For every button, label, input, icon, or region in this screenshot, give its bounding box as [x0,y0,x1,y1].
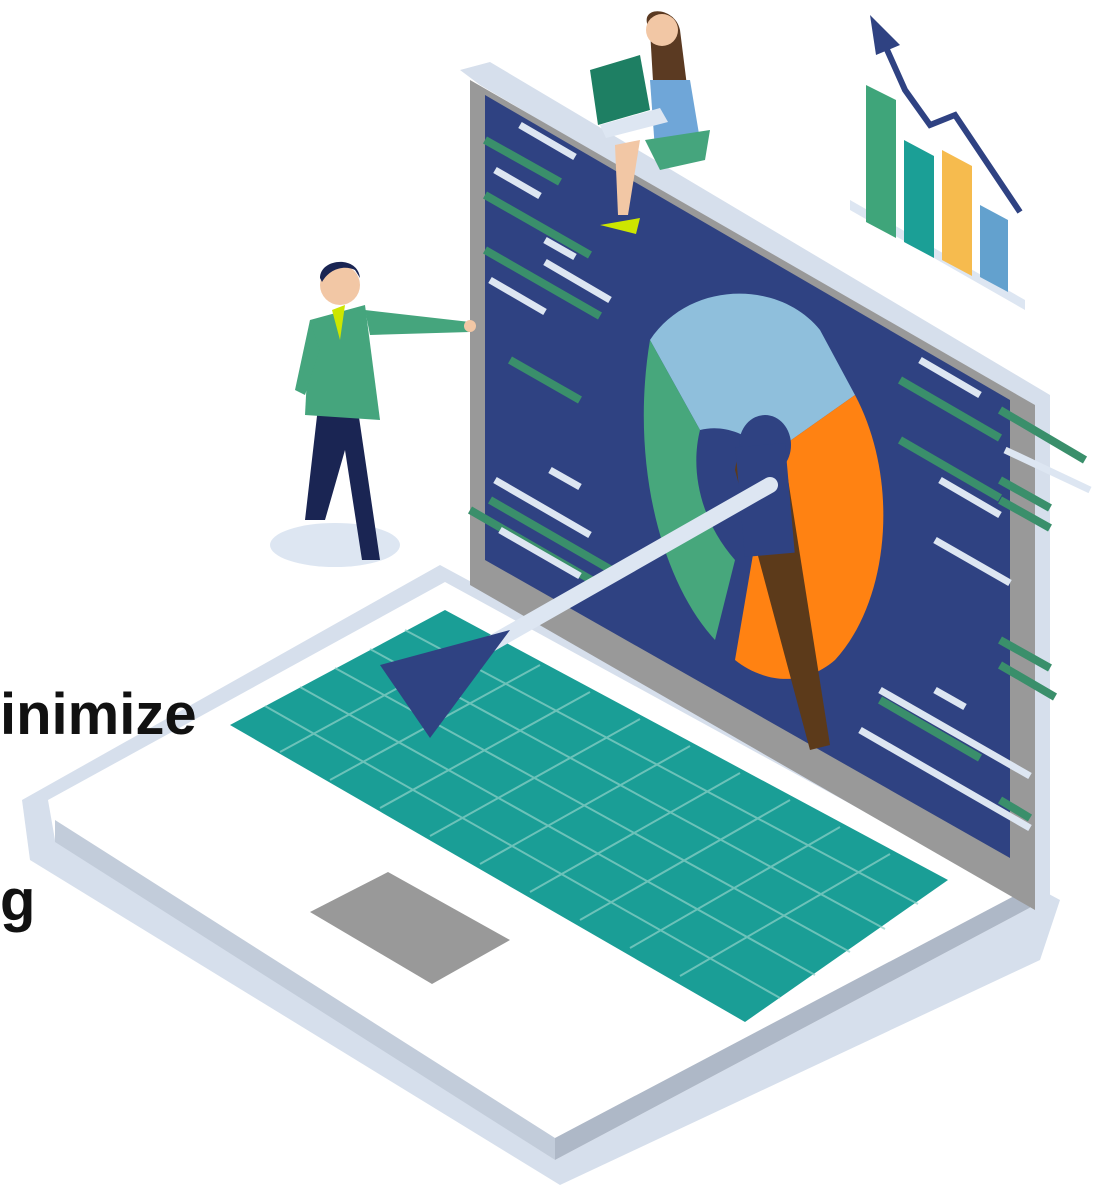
caption-text: inimize g [0,560,197,994]
caption-line-2: g [0,868,36,933]
standing-man-figure [270,261,476,567]
bar-chart-up-arrow-icon [850,15,1025,310]
caption-line-1: inimize [0,682,197,747]
